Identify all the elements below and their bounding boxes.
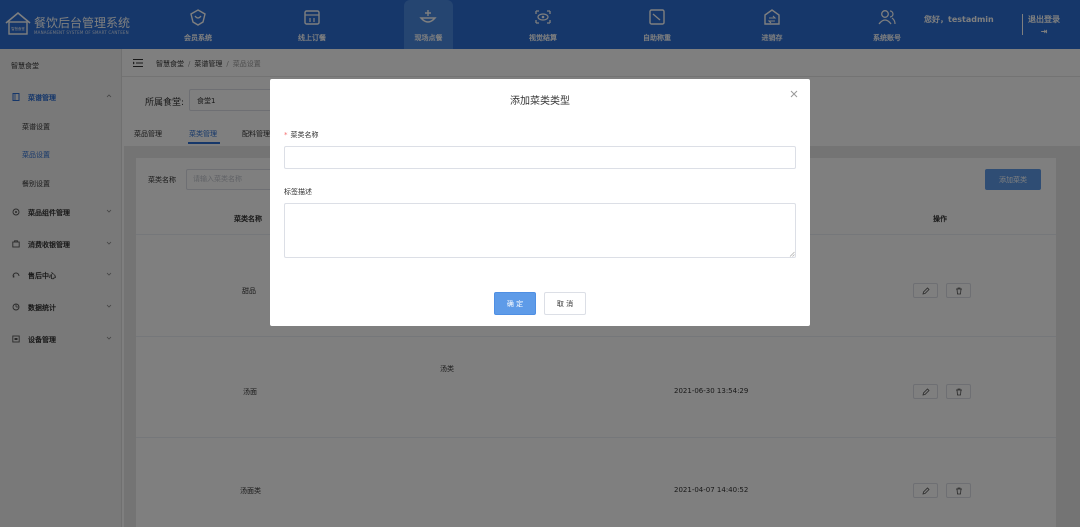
cancel-button[interactable]: 取 消: [544, 292, 586, 315]
tag-description-field[interactable]: [284, 203, 796, 258]
close-icon[interactable]: [789, 89, 799, 99]
add-category-dialog: 添加菜类类型 * 菜类名称 标签描述 确 定 取 消: [270, 79, 810, 326]
tag-description-label: 标签描述: [284, 188, 312, 196]
confirm-button[interactable]: 确 定: [494, 292, 536, 315]
category-name-label: * 菜类名称: [284, 130, 319, 140]
required-mark: *: [284, 131, 288, 139]
dialog-title: 添加菜类类型: [510, 96, 570, 107]
category-name-label-text: 菜类名称: [290, 131, 319, 139]
category-name-field[interactable]: [284, 146, 796, 169]
resize-grip-icon[interactable]: [789, 251, 795, 257]
